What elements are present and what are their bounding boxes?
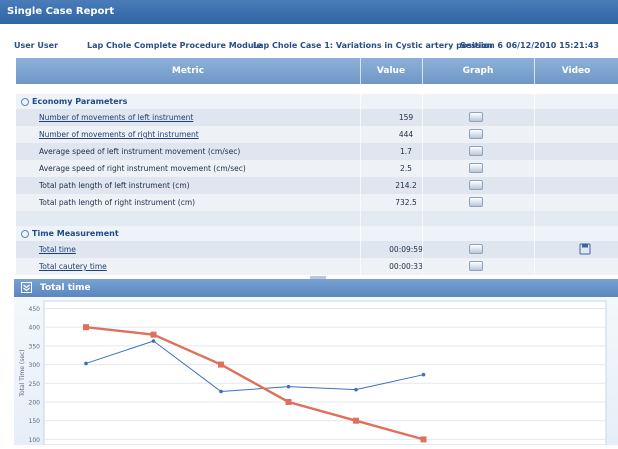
y-tick-label: 100 — [29, 437, 41, 444]
header-value: Value — [376, 66, 406, 76]
data-point — [83, 324, 89, 331]
graph-icon[interactable] — [469, 163, 483, 173]
table-header: Metric Value Graph Video — [16, 58, 618, 84]
y-tick-label: 400 — [29, 325, 41, 332]
y-tick-label: 300 — [29, 362, 41, 369]
video-icon[interactable] — [579, 243, 591, 255]
y-tick-label: 250 — [29, 381, 41, 388]
data-point — [151, 339, 156, 343]
module-name: Lap Chole Complete Procedure Module — [87, 41, 262, 50]
chart-panel: 100 150 200 250 300 350 400 450 Total Time (sec) — [14, 297, 618, 446]
table-row: Average speed of left instrument movemen… — [16, 143, 618, 160]
table-row: Average speed of right instrument moveme… — [16, 160, 618, 177]
data-point — [84, 361, 88, 366]
plot-area — [43, 300, 607, 446]
user-name: User User — [14, 41, 59, 50]
data-point — [218, 361, 224, 368]
metric-value: 444 — [398, 130, 414, 139]
collapse-icon — [21, 230, 29, 238]
data-point — [353, 417, 359, 424]
section-time-measurement[interactable]: Time Measurement — [16, 226, 618, 241]
metric-label: Total path length of right instrument (c… — [39, 198, 196, 207]
y-tick-label: 450 — [29, 306, 41, 313]
header-metric: Metric — [171, 66, 205, 76]
chart-panel-title: Total time — [40, 283, 91, 293]
graph-icon[interactable] — [469, 197, 483, 207]
table-row: Total path length of right instrument (c… — [16, 194, 618, 211]
table-row: Total time 00:09:59 — [16, 241, 618, 258]
metric-link[interactable]: Total time — [39, 245, 76, 254]
data-point — [286, 384, 291, 389]
data-point — [420, 436, 427, 443]
header-graph: Graph — [462, 66, 494, 76]
metrics-table: Metric Value Graph Video Economy Paramet… — [14, 58, 618, 276]
data-point — [219, 389, 223, 394]
column-divider — [360, 58, 361, 276]
metric-link[interactable]: Number of movements of right instrument — [39, 130, 199, 139]
graph-icon[interactable] — [469, 244, 483, 254]
metric-label: Average speed of left instrument movemen… — [39, 147, 241, 156]
metric-value: 1.7 — [400, 147, 412, 156]
graph-icon[interactable] — [469, 180, 483, 190]
column-divider — [534, 58, 535, 276]
header-video: Video — [561, 66, 591, 76]
session-datetime: 06/12/2010 15:21:43 — [506, 41, 599, 50]
metric-value: 00:09:59 — [389, 245, 423, 254]
y-axis-label: Total Time (sec) — [19, 349, 26, 397]
session-label: Session 6 — [460, 41, 503, 50]
total-time-chart: 100 150 200 250 300 350 400 450 Total Time (sec) — [19, 300, 607, 446]
metric-value: 00:00:33 — [389, 262, 423, 271]
metric-value: 732.5 — [395, 198, 417, 207]
metric-link[interactable]: Total cautery time — [39, 262, 107, 271]
data-point — [285, 398, 292, 405]
window-title: Single Case Report — [0, 0, 618, 24]
data-point — [150, 331, 157, 338]
graph-icon[interactable] — [469, 129, 483, 139]
data-point — [421, 372, 426, 377]
table-row: Total cautery time 00:00:33 — [16, 258, 618, 275]
table-row: Number of movements of right instrument … — [16, 126, 618, 143]
y-tick-label: 150 — [29, 418, 41, 425]
graph-icon[interactable] — [469, 261, 483, 271]
metric-value: 2.5 — [400, 164, 412, 173]
section-economy-parameters[interactable]: Economy Parameters — [16, 94, 618, 109]
chart-panel-header[interactable]: Total time — [14, 279, 618, 297]
metric-value: 214.2 — [395, 181, 417, 190]
metric-value: 159 — [398, 113, 414, 122]
collapse-chevron-icon[interactable] — [21, 282, 32, 293]
metric-link[interactable]: Number of movements of left instrument — [39, 113, 193, 122]
metric-label: Total path length of left instrument (cm… — [39, 181, 190, 190]
graph-icon[interactable] — [469, 112, 483, 122]
case-name: Lap Chole Case 1: Variations in Cystic a… — [253, 41, 493, 50]
y-tick-label: 200 — [29, 399, 41, 406]
table-row: Total path length of left instrument (cm… — [16, 177, 618, 194]
table-row: Number of movements of left instrument 1… — [16, 109, 618, 126]
data-point — [354, 387, 358, 392]
graph-icon[interactable] — [469, 146, 483, 156]
y-tick-label: 350 — [29, 343, 41, 350]
metric-label: Average speed of right instrument moveme… — [39, 164, 246, 173]
column-divider — [422, 58, 423, 276]
collapse-icon — [21, 98, 29, 106]
session-info-bar: User User Lap Chole Complete Procedure M… — [14, 38, 618, 54]
